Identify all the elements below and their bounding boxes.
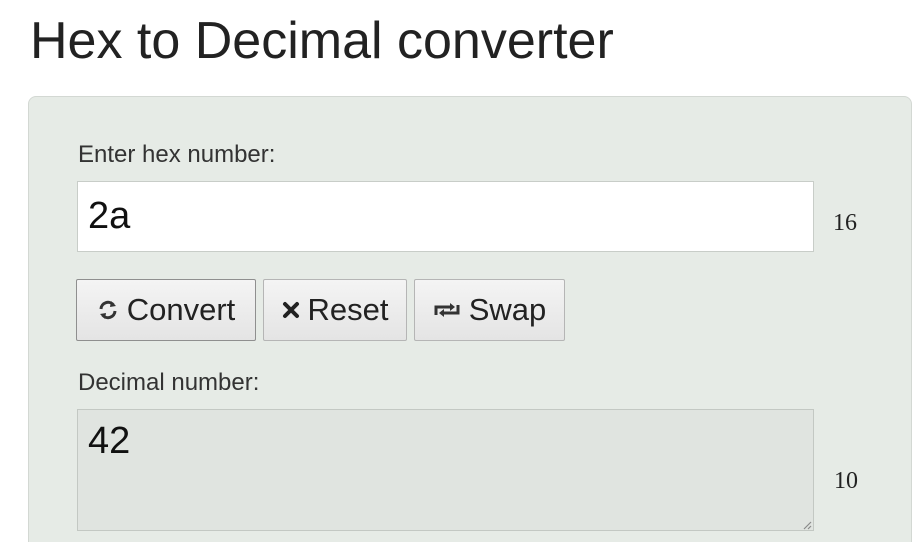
hex-number-input[interactable] — [77, 181, 814, 252]
resize-grip-icon[interactable] — [800, 517, 812, 530]
converter-panel: Enter hex number: 16 Convert Reset — [28, 96, 912, 542]
swap-button-label: Swap — [468, 292, 547, 327]
convert-button-label: Convert — [126, 292, 236, 327]
swap-icon — [433, 300, 461, 320]
refresh-icon — [97, 299, 119, 321]
reset-button-label: Reset — [307, 292, 389, 327]
reset-button[interactable]: Reset — [263, 279, 407, 341]
decimal-number-output[interactable]: 42 — [77, 409, 814, 531]
hex-base-label: 16 — [833, 210, 857, 236]
decimal-base-label: 10 — [834, 468, 858, 494]
convert-button[interactable]: Convert — [76, 279, 256, 341]
swap-button[interactable]: Swap — [414, 279, 565, 341]
hex-input-label: Enter hex number: — [78, 141, 276, 168]
decimal-output-label: Decimal number: — [78, 369, 260, 396]
close-icon — [282, 301, 300, 319]
page-title: Hex to Decimal converter — [30, 12, 614, 70]
